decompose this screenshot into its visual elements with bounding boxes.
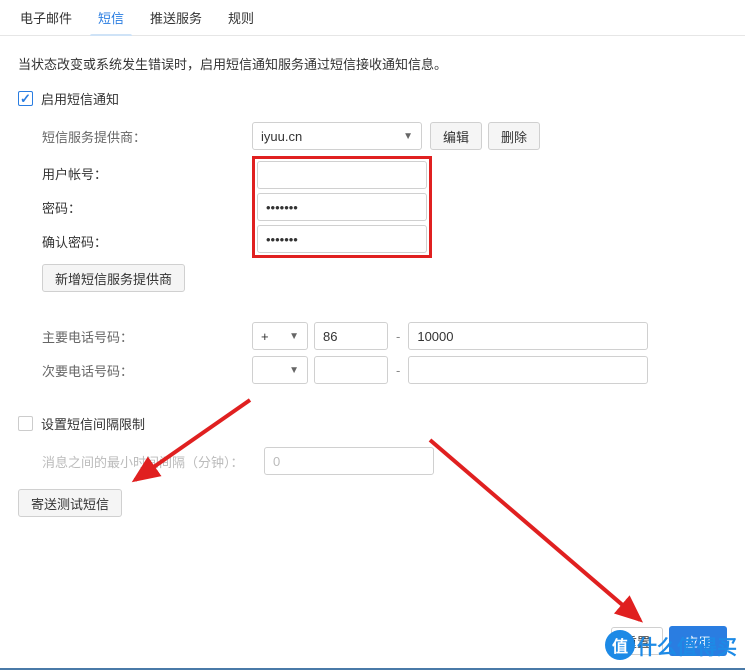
- delete-provider-button[interactable]: 删除: [488, 122, 540, 150]
- dash: -: [394, 329, 402, 344]
- confirm-password-label: 确认密码：: [42, 224, 252, 258]
- tab-email[interactable]: 电子邮件: [18, 0, 74, 35]
- secondary-number-input[interactable]: [408, 356, 648, 384]
- secondary-cc-input[interactable]: [314, 356, 388, 384]
- primary-cc-input[interactable]: 86: [314, 322, 388, 350]
- enable-sms-label: 启用短信通知: [41, 89, 119, 108]
- account-input[interactable]: [257, 161, 427, 189]
- enable-sms-checkbox[interactable]: ✓: [18, 91, 33, 106]
- interval-desc: 消息之间的最小时间间隔（分钟）：: [42, 452, 264, 471]
- chevron-down-icon: ▼: [289, 365, 299, 376]
- account-label: 用户帐号：: [42, 156, 252, 190]
- dash: -: [394, 363, 402, 378]
- primary-prefix-select[interactable]: + ▼: [252, 322, 308, 350]
- tab-push[interactable]: 推送服务: [148, 0, 204, 35]
- secondary-prefix-select[interactable]: ▼: [252, 356, 308, 384]
- primary-phone-label: 主要电话号码：: [42, 327, 252, 346]
- watermark-brand: 值 什么值得买: [605, 630, 737, 660]
- primary-number-input[interactable]: 10000: [408, 322, 648, 350]
- tab-rules[interactable]: 规则: [226, 0, 256, 35]
- secondary-phone-label: 次要电话号码：: [42, 361, 252, 380]
- interval-input[interactable]: 0: [264, 447, 434, 475]
- password-label: 密码：: [42, 190, 252, 224]
- provider-label: 短信服务提供商：: [42, 127, 252, 146]
- page-description: 当状态改变或系统发生错误时，启用短信通知服务通过短信接收通知信息。: [18, 54, 727, 73]
- interval-label: 设置短信间隔限制: [41, 414, 145, 433]
- confirm-password-input[interactable]: •••••••: [257, 225, 427, 253]
- provider-select[interactable]: iyuu.cn ▼: [252, 122, 422, 150]
- interval-checkbox[interactable]: ✓: [18, 416, 33, 431]
- tab-sms[interactable]: 短信: [96, 0, 126, 35]
- tabs-bar: 电子邮件 短信 推送服务 规则: [0, 0, 745, 36]
- add-provider-button[interactable]: 新增短信服务提供商: [42, 264, 185, 292]
- provider-selected-value: iyuu.cn: [261, 129, 302, 144]
- send-test-sms-button[interactable]: 寄送测试短信: [18, 489, 122, 517]
- chevron-down-icon: ▼: [403, 131, 413, 142]
- credential-highlight: ••••••• •••••••: [252, 156, 432, 258]
- edit-provider-button[interactable]: 编辑: [430, 122, 482, 150]
- password-input[interactable]: •••••••: [257, 193, 427, 221]
- chevron-down-icon: ▼: [289, 331, 299, 342]
